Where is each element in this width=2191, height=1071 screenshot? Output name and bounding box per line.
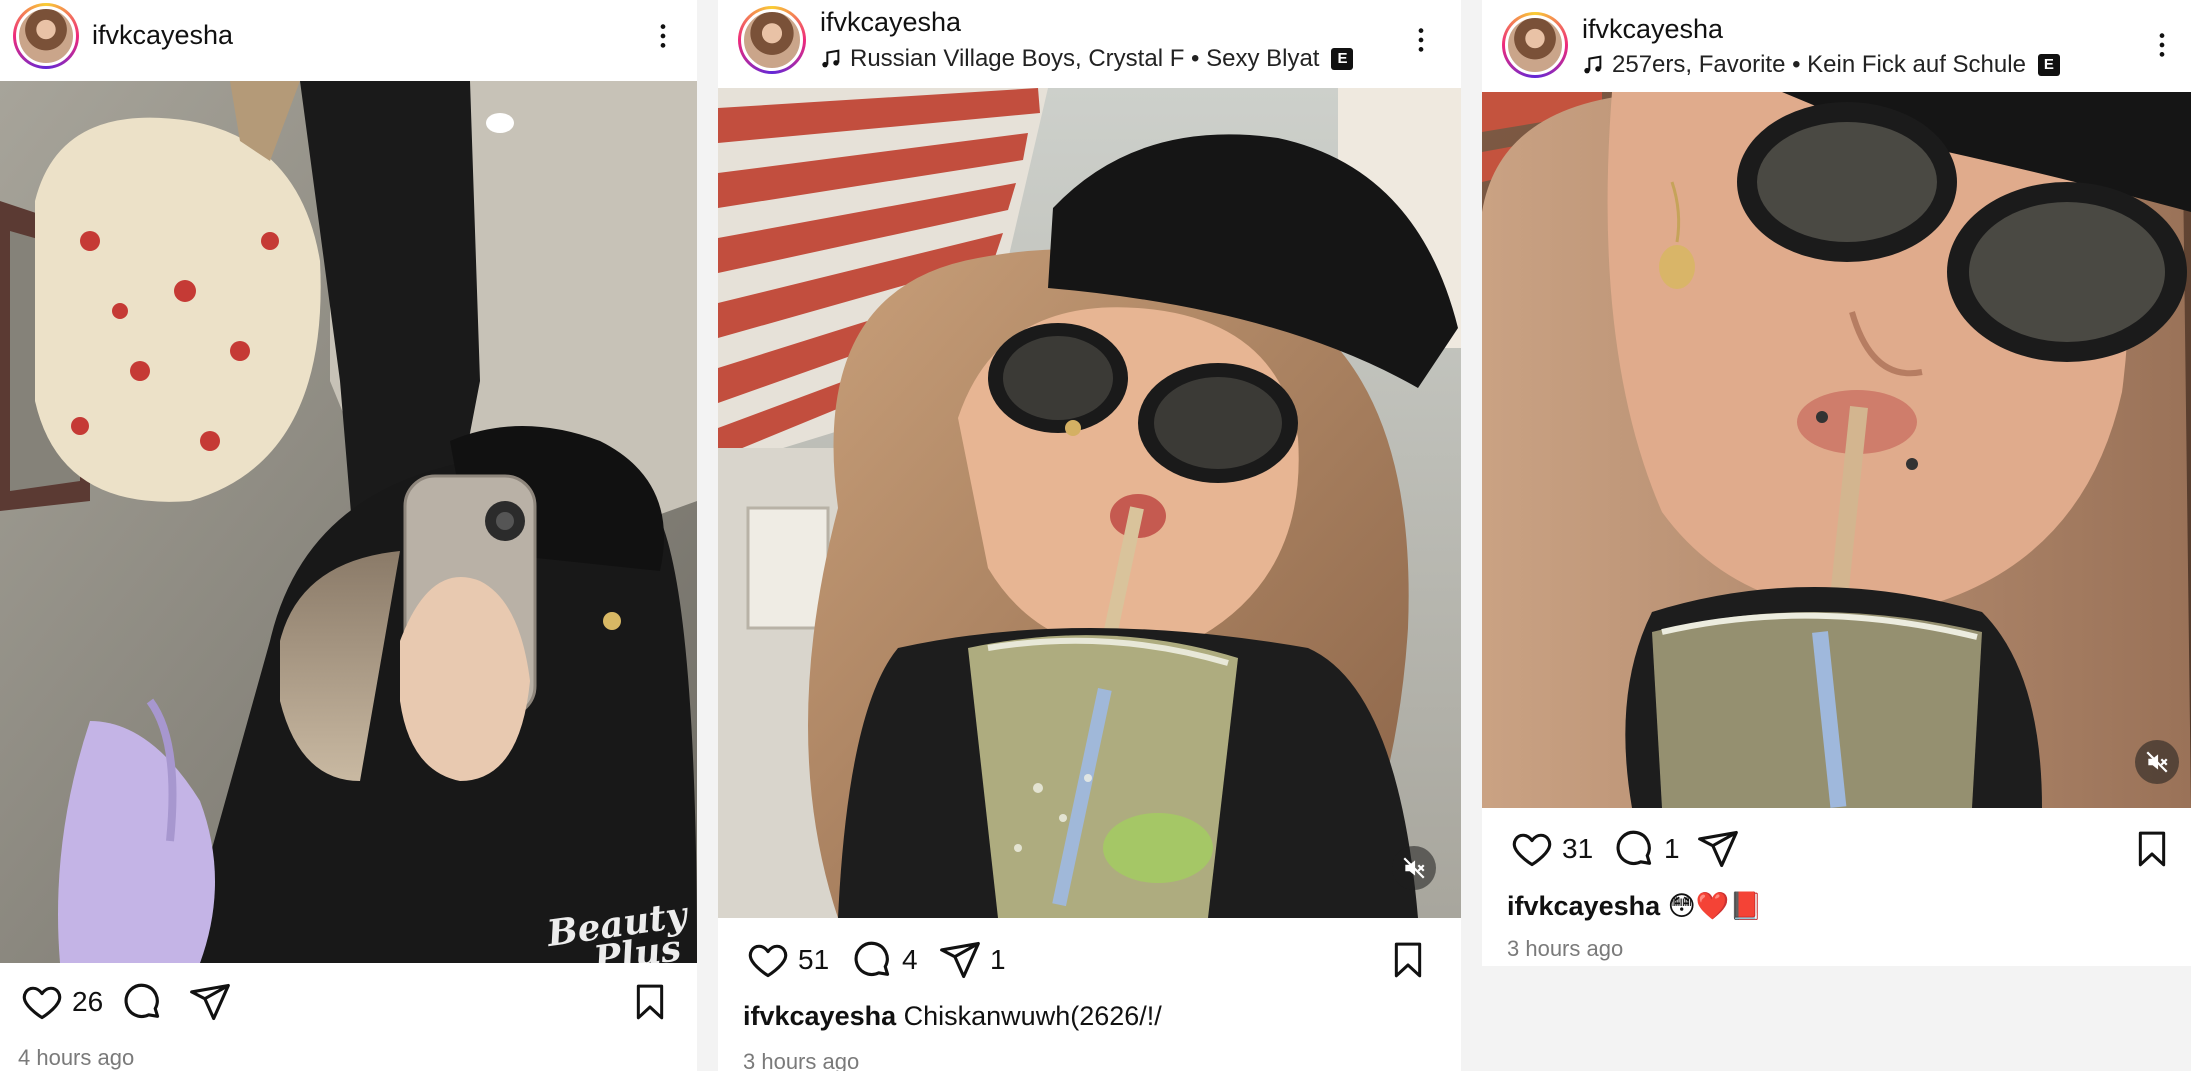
share-icon	[1696, 827, 1740, 871]
avatar[interactable]	[13, 3, 79, 69]
bookmark-icon	[630, 982, 670, 1022]
comment-icon	[120, 980, 164, 1024]
share-button[interactable]	[1696, 824, 1740, 874]
like-count: 26	[72, 986, 104, 1017]
like-count: 51	[798, 944, 830, 975]
more-options-icon[interactable]	[1401, 20, 1441, 60]
save-button[interactable]	[2132, 824, 2172, 874]
post-photo[interactable]: Beauty Plus	[0, 81, 697, 963]
save-button[interactable]	[630, 977, 670, 1027]
share-icon	[938, 938, 982, 982]
like-button[interactable]: 31	[1510, 824, 1593, 874]
post-time: 3 hours ago	[1507, 936, 1624, 961]
music-info[interactable]: Russian Village Boys, Crystal F • Sexy B…	[820, 45, 1354, 73]
post-video[interactable]	[1482, 92, 2191, 808]
avatar[interactable]	[1502, 12, 1568, 78]
heart-icon	[746, 938, 790, 982]
avatar[interactable]	[738, 6, 806, 74]
caption-username[interactable]: ifvkcayesha	[1507, 891, 1660, 921]
caption-text: 😳❤️📕	[1667, 891, 1764, 921]
bookmark-icon	[1388, 940, 1428, 980]
more-options-icon[interactable]	[643, 16, 683, 56]
share-button[interactable]	[188, 977, 232, 1027]
post-time: 3 hours ago	[743, 1049, 860, 1071]
comment-icon	[850, 938, 894, 982]
mute-icon	[1401, 855, 1427, 881]
like-count: 31	[1562, 833, 1594, 864]
mute-button[interactable]	[2135, 740, 2179, 784]
comment-button[interactable]: 4	[850, 935, 918, 985]
heart-icon	[1510, 827, 1554, 871]
comment-count: 1	[1664, 833, 1680, 864]
comment-count: 4	[902, 944, 918, 975]
post-time: 4 hours ago	[18, 1045, 135, 1070]
username[interactable]: ifvkcayesha	[92, 20, 233, 51]
like-button[interactable]: 51	[746, 935, 829, 985]
music-info[interactable]: 257ers, Favorite • Kein Fick auf Schule …	[1582, 51, 2060, 79]
comment-button[interactable]	[120, 977, 164, 1027]
comment-button[interactable]: 1	[1612, 824, 1680, 874]
post-card-2: ifvkcayesha Russian Village Boys, Crysta…	[718, 0, 1461, 1071]
music-note-icon	[1582, 54, 1604, 76]
caption-username[interactable]: ifvkcayesha	[743, 1001, 896, 1031]
username[interactable]: ifvkcayesha	[820, 7, 961, 38]
post-caption: ifvkcayesha 😳❤️📕	[1507, 890, 1763, 922]
mute-icon	[2144, 749, 2170, 775]
explicit-badge: E	[2037, 54, 2060, 76]
music-track: Russian Village Boys, Crystal F • Sexy B…	[850, 45, 1320, 72]
post-actions: 26	[0, 977, 697, 1027]
post-actions: 31 1	[1482, 824, 2191, 874]
save-button[interactable]	[1388, 935, 1428, 985]
comment-icon	[1612, 827, 1656, 871]
post-actions: 51 4 1	[718, 935, 1461, 985]
post-card-3: ifvkcayesha 257ers, Favorite • Kein Fick…	[1482, 0, 2191, 966]
post-video[interactable]	[718, 88, 1461, 918]
share-count: 1	[990, 944, 1006, 975]
music-note-icon	[820, 48, 842, 70]
share-icon	[188, 980, 232, 1024]
share-button[interactable]: 1	[938, 935, 1006, 985]
post-caption: ifvkcayesha Chiskanwuwh(2626/!/	[743, 1001, 1162, 1032]
caption-text: Chiskanwuwh(2626/!/	[903, 1001, 1162, 1031]
post-card-1: ifvkcayesha Beauty Plus 26 4 hours ago	[0, 0, 697, 1071]
bookmark-icon	[2132, 829, 2172, 869]
like-button[interactable]: 26	[20, 977, 103, 1027]
mute-button[interactable]	[1392, 846, 1436, 890]
watermark: Beauty Plus	[544, 893, 690, 963]
more-options-icon[interactable]	[2142, 25, 2182, 65]
music-track: 257ers, Favorite • Kein Fick auf Schule	[1612, 51, 2026, 78]
username[interactable]: ifvkcayesha	[1582, 14, 1723, 45]
heart-icon	[20, 980, 64, 1024]
explicit-badge: E	[1331, 48, 1354, 70]
